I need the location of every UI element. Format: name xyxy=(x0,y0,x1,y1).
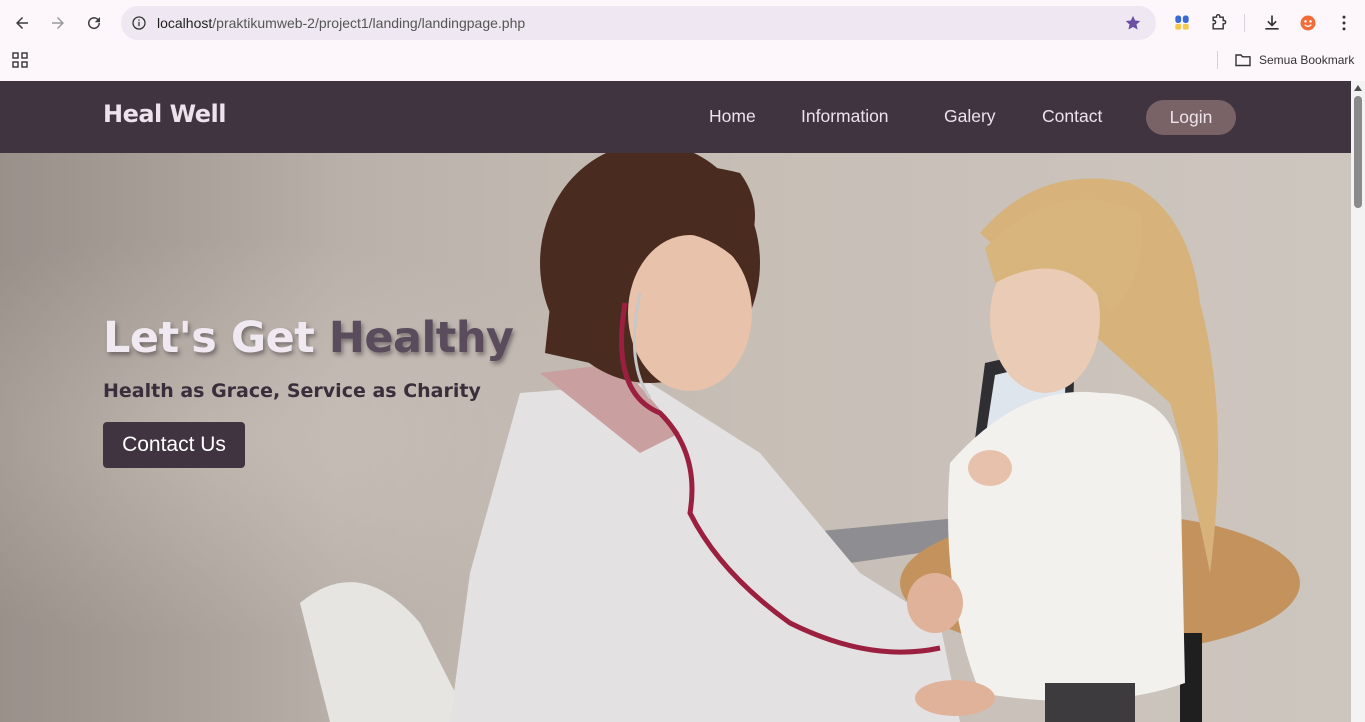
url-host: localhost xyxy=(157,15,213,31)
hero-title-part2: Healthy xyxy=(328,313,514,363)
back-arrow-icon xyxy=(16,17,28,29)
web-page: Let's Get Healthy Health as Grace, Servi… xyxy=(0,81,1351,722)
browser-chrome: localhost/praktikumweb-2/project1/landin… xyxy=(0,0,1365,81)
bookmarks-divider xyxy=(1217,51,1218,69)
address-bar[interactable]: localhost/praktikumweb-2/project1/landin… xyxy=(121,6,1156,40)
browser-toolbar: localhost/praktikumweb-2/project1/landin… xyxy=(0,0,1365,46)
reload-icon xyxy=(88,17,101,30)
url-text[interactable]: localhost/praktikumweb-2/project1/landin… xyxy=(157,15,525,31)
browser-menu-icon[interactable] xyxy=(1332,11,1356,35)
hero-title-part1: Let's Get xyxy=(103,313,315,363)
bookmark-star-icon[interactable] xyxy=(1124,14,1142,32)
site-info-icon[interactable] xyxy=(129,13,149,33)
site-brand[interactable]: Heal Well xyxy=(103,100,227,128)
nav-contact[interactable]: Contact xyxy=(1042,106,1102,127)
login-button[interactable]: Login xyxy=(1146,100,1236,135)
reload-button[interactable] xyxy=(82,11,106,35)
download-icon[interactable] xyxy=(1260,11,1284,35)
nav-galery[interactable]: Galery xyxy=(944,106,996,127)
site-navbar: Heal Well Home Information Galery Contac… xyxy=(0,81,1351,153)
nav-information[interactable]: Information xyxy=(801,106,889,127)
folder-icon[interactable] xyxy=(1234,51,1252,69)
scroll-up-arrow-icon[interactable] xyxy=(1354,85,1362,91)
url-path: /praktikumweb-2/project1/landing/landing… xyxy=(212,15,526,31)
extension-icon[interactable] xyxy=(1170,11,1194,35)
apps-grid-icon[interactable] xyxy=(12,52,28,68)
puzzle-extensions-icon[interactable] xyxy=(1207,11,1231,35)
scrollbar-thumb[interactable] xyxy=(1354,96,1362,208)
toolbar-divider xyxy=(1244,14,1245,32)
back-button[interactable] xyxy=(10,11,34,35)
hero-title: Let's Get Healthy xyxy=(103,313,514,363)
hero-subtitle: Health as Grace, Service as Charity xyxy=(103,380,481,402)
profile-avatar-icon[interactable] xyxy=(1296,11,1320,35)
forward-button[interactable] xyxy=(46,11,70,35)
bookmark-folder-label[interactable]: Semua Bookmark xyxy=(1259,53,1354,67)
forward-arrow-icon xyxy=(52,17,64,29)
hero-section: Let's Get Healthy Health as Grace, Servi… xyxy=(0,153,1351,722)
contact-us-button[interactable]: Contact Us xyxy=(103,422,245,468)
bookmarks-bar xyxy=(0,46,1365,81)
nav-home[interactable]: Home xyxy=(709,106,756,127)
